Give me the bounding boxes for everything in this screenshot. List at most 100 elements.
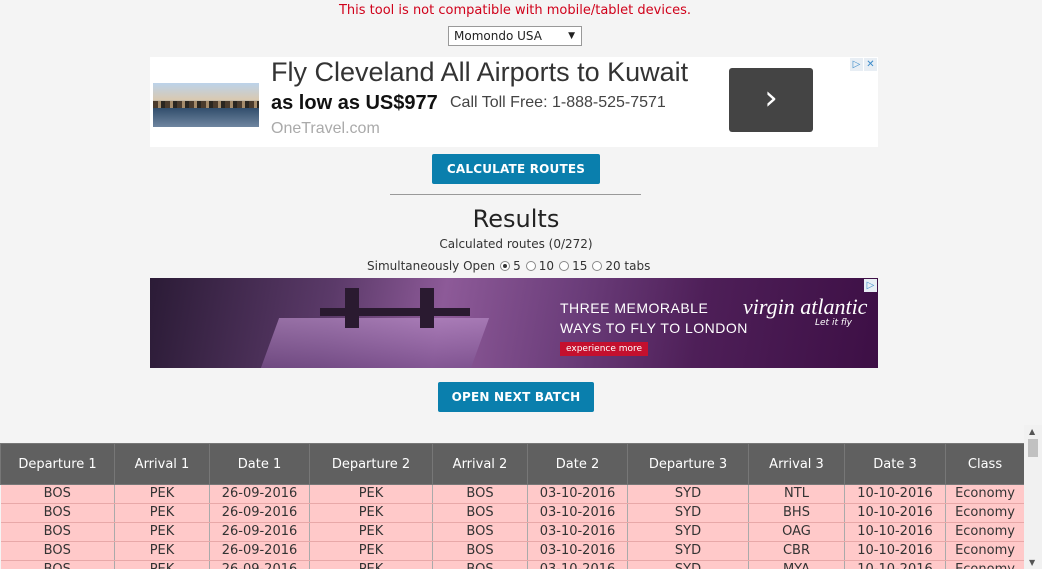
results-title: Results: [472, 205, 560, 233]
ad-arrow-button[interactable]: ›: [729, 68, 813, 132]
table-cell: 03-10-2016: [527, 503, 628, 523]
ad-headline[interactable]: Fly Cleveland All Airports to Kuwait: [271, 57, 688, 88]
calculate-routes-button[interactable]: CALCULATE ROUTES: [432, 154, 600, 184]
adchoices-controls[interactable]: ▷: [864, 279, 877, 292]
radio-5[interactable]: [500, 261, 511, 271]
column-header: Departure 2: [309, 443, 433, 485]
table-header-row: Departure 1 Arrival 1 Date 1 Departure 2 Arr…: [0, 443, 1024, 485]
table-cell: BHS: [748, 503, 845, 523]
radio-15[interactable]: [559, 261, 570, 271]
table-cell: 26-09-2016: [209, 484, 310, 504]
radio-20[interactable]: [592, 261, 603, 271]
ad-tagline: Let it fly: [815, 318, 852, 328]
table-cell: SYD: [627, 522, 749, 542]
ad-copy: THREE MEMORABLE WAYS TO FLY TO LONDON: [560, 298, 748, 338]
table-cell: 10-10-2016: [844, 560, 946, 569]
site-select[interactable]: Momondo USA ▼: [448, 26, 582, 46]
ad-image-bridge-tower: [345, 288, 359, 328]
table-cell: SYD: [627, 560, 749, 569]
table-row: BOS PEK 26-09-2016 PEK BOS 03-10-2016 SYD CBR 10…: [0, 541, 1024, 561]
column-header: Date 3: [844, 443, 946, 485]
scroll-thumb[interactable]: [1028, 439, 1038, 457]
simultaneously-open-options: Simultaneously Open 5 10 15 20 tabs: [367, 259, 650, 273]
ad-banner-virgin-atlantic[interactable]: THREE MEMORABLE WAYS TO FLY TO LONDON vi…: [150, 278, 878, 368]
compatibility-warning: This tool is not compatible with mobile/…: [338, 3, 691, 18]
page-scrollbar[interactable]: ▲ ▼: [1024, 425, 1042, 569]
open-next-batch-button[interactable]: OPEN NEXT BATCH: [438, 382, 594, 412]
table-cell: Economy: [945, 503, 1024, 523]
table-row: BOS PEK 26-09-2016 PEK BOS 03-10-2016 SYD NTL 10…: [0, 484, 1024, 504]
table-cell: Economy: [945, 541, 1024, 561]
table-cell: BOS: [0, 560, 115, 569]
table-row: BOS PEK 26-09-2016 PEK BOS 03-10-2016 SYD OAG 10…: [0, 522, 1024, 542]
table-cell: BOS: [0, 541, 115, 561]
ad-site: OneTravel.com: [271, 120, 380, 137]
ad-image-river: [260, 318, 490, 368]
ad-price: as low as US$977: [271, 92, 438, 114]
ad-thumbnail-city-image: [153, 83, 259, 127]
radio-15-label: 15: [572, 259, 588, 273]
table-cell: BOS: [432, 560, 528, 569]
radio-20-label: 20 tabs: [605, 259, 651, 273]
column-header: Class: [945, 443, 1024, 485]
table-cell: MYA: [748, 560, 845, 569]
calculated-routes-count: Calculated routes (0/272): [439, 237, 593, 251]
table-cell: 26-09-2016: [209, 503, 310, 523]
table-cell: BOS: [432, 541, 528, 561]
chevron-down-icon: ▼: [568, 31, 575, 41]
table-cell: 03-10-2016: [527, 484, 628, 504]
table-cell: CBR: [748, 541, 845, 561]
table-cell: 26-09-2016: [209, 541, 310, 561]
ad-image-bridge-tower: [420, 288, 434, 328]
adchoices-icon[interactable]: ▷: [850, 58, 863, 71]
adchoices-controls[interactable]: ▷ ✕: [850, 58, 877, 71]
close-icon[interactable]: ✕: [864, 58, 877, 71]
table-cell: BOS: [0, 522, 115, 542]
experience-more-button[interactable]: experience more: [560, 342, 649, 356]
table-cell: 03-10-2016: [527, 522, 628, 542]
scroll-up-icon[interactable]: ▲: [1029, 427, 1035, 436]
table-cell: PEK: [309, 503, 433, 523]
table-cell: 26-09-2016: [209, 522, 310, 542]
table-body: BOS PEK 26-09-2016 PEK BOS 03-10-2016 SYD NTL 10…: [0, 484, 1024, 569]
table-cell: PEK: [114, 560, 210, 569]
table-cell: BOS: [432, 503, 528, 523]
table-cell: SYD: [627, 503, 749, 523]
routes-table-container: Departure 1 Arrival 1 Date 1 Departure 2 Arr…: [0, 443, 1024, 569]
ad-copy-line2: WAYS TO FLY TO LONDON: [560, 320, 748, 336]
table-cell: BOS: [432, 484, 528, 504]
table-cell: 03-10-2016: [527, 541, 628, 561]
table-cell: Economy: [945, 560, 1024, 569]
table-cell: 10-10-2016: [844, 503, 946, 523]
table-cell: PEK: [114, 503, 210, 523]
column-header: Date 1: [209, 443, 310, 485]
column-header: Arrival 1: [114, 443, 210, 485]
ad-banner-onetravel[interactable]: Fly Cleveland All Airports to Kuwait as …: [150, 57, 878, 147]
table-cell: SYD: [627, 484, 749, 504]
table-row: BOSPEK26-09-2016PEKBOS03-10-2016SYDMYA10…: [0, 560, 1024, 569]
table-cell: OAG: [748, 522, 845, 542]
table-cell: PEK: [309, 560, 433, 569]
virgin-atlantic-logo: virgin atlantic: [743, 294, 868, 319]
table-row: BOS PEK 26-09-2016 PEK BOS 03-10-2016 SYD BHS 10…: [0, 503, 1024, 523]
table-cell: PEK: [114, 522, 210, 542]
table-cell: 10-10-2016: [844, 522, 946, 542]
column-header: Arrival 2: [432, 443, 528, 485]
simultaneously-open-label: Simultaneously Open: [367, 259, 496, 273]
ad-phone: Call Toll Free: 1-888-525-7571: [450, 94, 666, 111]
column-header: Date 2: [527, 443, 628, 485]
scroll-down-icon[interactable]: ▼: [1029, 558, 1035, 567]
table-cell: 10-10-2016: [844, 484, 946, 504]
divider: [390, 194, 641, 195]
radio-10[interactable]: [525, 261, 536, 271]
routes-table: Departure 1 Arrival 1 Date 1 Departure 2 Arr…: [0, 443, 1024, 569]
table-cell: SYD: [627, 541, 749, 561]
adchoices-icon[interactable]: ▷: [864, 279, 877, 292]
table-cell: NTL: [748, 484, 845, 504]
table-cell: 03-10-2016: [527, 560, 628, 569]
table-cell: PEK: [309, 484, 433, 504]
table-cell: BOS: [432, 522, 528, 542]
table-cell: PEK: [114, 484, 210, 504]
table-cell: PEK: [114, 541, 210, 561]
radio-5-label: 5: [513, 259, 521, 273]
